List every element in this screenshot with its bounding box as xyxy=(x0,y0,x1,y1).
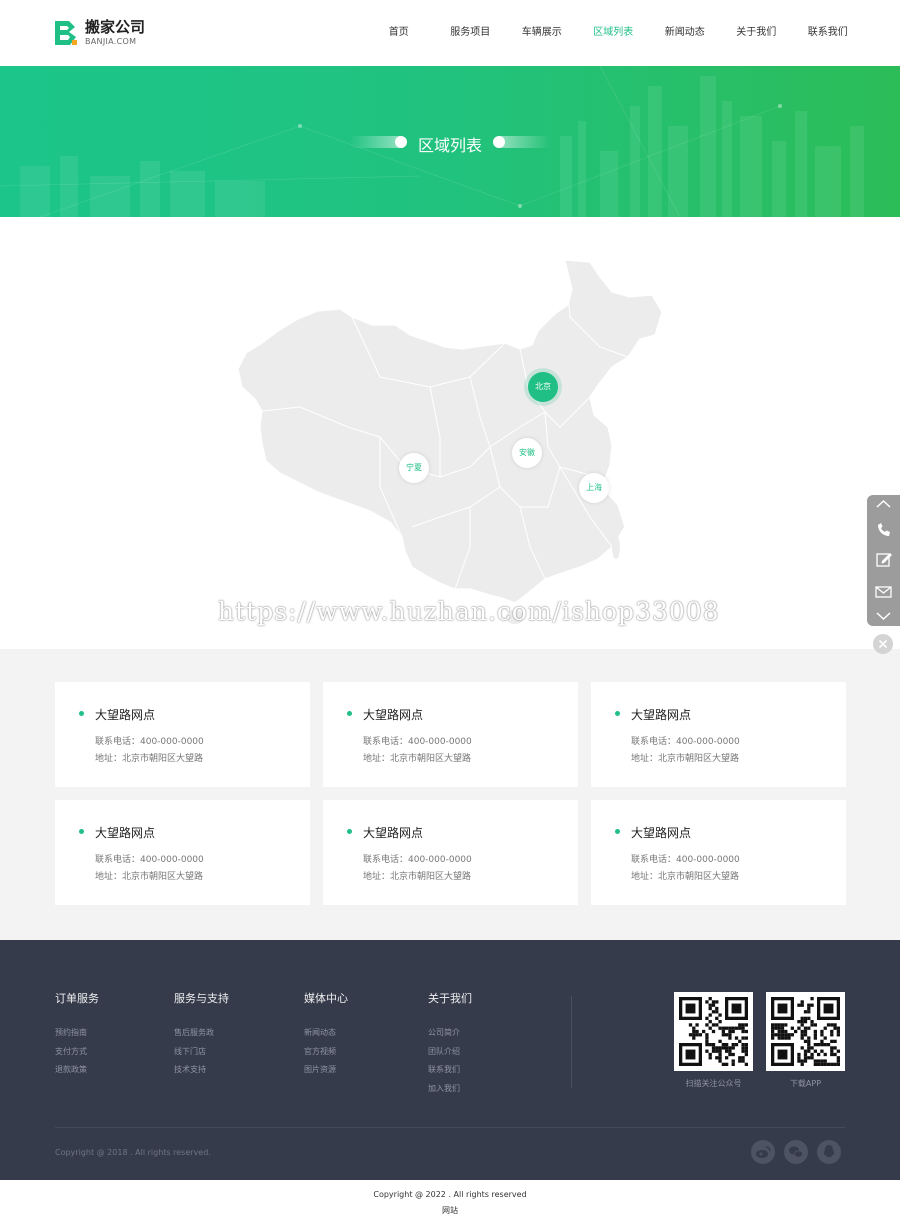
phone-icon[interactable] xyxy=(878,523,890,536)
footer-link[interactable]: 图片资源 xyxy=(304,1061,348,1080)
footer-col-about: 关于我们 公司简介 团队介绍 联系我们 加入我们 xyxy=(428,990,472,1098)
map-pin-ningxia[interactable]: 宁夏 xyxy=(399,453,429,483)
bullet-dot xyxy=(615,829,620,834)
region-map-section: 宁夏 北京 安徽 上海 xyxy=(0,217,900,649)
footer-link[interactable]: 公司简介 xyxy=(428,1024,472,1043)
footer-link[interactable]: 团队介绍 xyxy=(428,1043,472,1062)
bullet-dot xyxy=(615,711,620,716)
footer-link[interactable]: 技术支持 xyxy=(174,1061,229,1080)
branch-address: 地址：北京市朝阳区大望路 xyxy=(631,754,740,764)
footer-col-media: 媒体中心 新闻动态 官方视频 图片资源 xyxy=(304,990,348,1080)
branch-phone: 联系电话：400-000-0000 xyxy=(95,855,204,865)
footer-rule xyxy=(55,1127,845,1128)
branch-phone: 联系电话：400-000-0000 xyxy=(631,855,740,865)
mail-icon[interactable] xyxy=(875,586,892,598)
branch-card[interactable]: 大望路网点 联系电话：400-000-0000 地址：北京市朝阳区大望路 xyxy=(323,682,578,787)
bullet-dot xyxy=(79,711,84,716)
edit-icon[interactable] xyxy=(876,553,892,567)
map-pin-anhui[interactable]: 安徽 xyxy=(512,438,542,468)
qr-code-icon xyxy=(771,997,840,1066)
wechat-icon[interactable] xyxy=(784,1140,808,1164)
branch-phone: 联系电话：400-000-0000 xyxy=(363,855,472,865)
branch-address: 地址：北京市朝阳区大望路 xyxy=(95,872,204,882)
branch-name: 大望路网点 xyxy=(631,826,692,840)
qr-code-wechat xyxy=(674,992,753,1071)
main-nav: 首页 服务项目 车辆展示 区域列表 新闻动态 关于我们 联系我们 xyxy=(363,0,864,66)
chevron-down-icon[interactable] xyxy=(876,612,891,621)
footer-link[interactable]: 线下门店 xyxy=(174,1043,229,1062)
footer-divider xyxy=(571,996,572,1088)
footer-col-title: 关于我们 xyxy=(428,992,472,1005)
nav-regions[interactable]: 区域列表 xyxy=(578,0,650,66)
branch-name: 大望路网点 xyxy=(95,826,156,840)
branch-card[interactable]: 大望路网点 联系电话：400-000-0000 地址：北京市朝阳区大望路 xyxy=(323,800,578,905)
logo-icon xyxy=(55,21,77,45)
page-banner: 区域列表 xyxy=(0,66,900,217)
branch-address: 地址：北京市朝阳区大望路 xyxy=(363,754,472,764)
qr-code-app xyxy=(766,992,845,1071)
logo-title: 搬家公司 xyxy=(85,18,146,36)
map-pin-beijing[interactable]: 北京 xyxy=(528,372,558,402)
qq-icon[interactable] xyxy=(817,1140,841,1164)
nav-services[interactable]: 服务项目 xyxy=(435,0,507,66)
nav-about[interactable]: 关于我们 xyxy=(721,0,793,66)
branch-card[interactable]: 大望路网点 联系电话：400-000-0000 地址：北京市朝阳区大望路 xyxy=(591,682,846,787)
nav-home[interactable]: 首页 xyxy=(363,0,435,66)
nav-contact[interactable]: 联系我们 xyxy=(792,0,864,66)
footer-link[interactable]: 售后服务政 xyxy=(174,1024,229,1043)
qr-code-icon xyxy=(679,997,748,1066)
branch-card[interactable]: 大望路网点 联系电话：400-000-0000 地址：北京市朝阳区大望路 xyxy=(591,800,846,905)
bottom-label[interactable]: 网站 xyxy=(0,1199,900,1216)
branch-phone: 联系电话：400-000-0000 xyxy=(363,737,472,747)
qr-caption: 下载APP xyxy=(789,1079,822,1088)
bottom-bar: Copyright @ 2022 . All rights reserved 网… xyxy=(0,1180,900,1225)
branch-name: 大望路网点 xyxy=(631,708,692,722)
side-toolbar xyxy=(867,495,900,626)
footer-link[interactable]: 联系我们 xyxy=(428,1061,472,1080)
page-title: 区域列表 xyxy=(417,136,482,155)
footer-link[interactable]: 退款政策 xyxy=(55,1061,99,1080)
qr-caption: 扫描关注公众号 xyxy=(685,1079,742,1088)
china-map xyxy=(237,259,663,624)
bottom-copyright: Copyright @ 2022 . All rights reserved xyxy=(373,1190,527,1199)
logo-subtitle: BANJIA.COM xyxy=(85,37,137,46)
branch-name: 大望路网点 xyxy=(363,708,424,722)
branch-card[interactable]: 大望路网点 联系电话：400-000-0000 地址：北京市朝阳区大望路 xyxy=(55,682,310,787)
branch-card[interactable]: 大望路网点 联系电话：400-000-0000 地址：北京市朝阳区大望路 xyxy=(55,800,310,905)
branch-name: 大望路网点 xyxy=(95,708,156,722)
bullet-dot xyxy=(79,829,84,834)
map-pin-shanghai[interactable]: 上海 xyxy=(579,473,609,503)
footer-link[interactable]: 预约指南 xyxy=(55,1024,99,1043)
watermark: https://www.huzhan.com/ishop33008 xyxy=(218,597,720,626)
branch-address: 地址：北京市朝阳区大望路 xyxy=(363,872,472,882)
weibo-icon[interactable] xyxy=(751,1140,775,1164)
branch-phone: 联系电话：400-000-0000 xyxy=(95,737,204,747)
footer-col-support: 服务与支持 售后服务政 线下门店 技术支持 xyxy=(174,990,229,1080)
nav-vehicles[interactable]: 车辆展示 xyxy=(506,0,578,66)
branch-list: 大望路网点 联系电话：400-000-0000 地址：北京市朝阳区大望路 大望路… xyxy=(0,649,900,940)
footer-col-title: 服务与支持 xyxy=(174,992,229,1005)
branch-name: 大望路网点 xyxy=(363,826,424,840)
footer-link[interactable]: 新闻动态 xyxy=(304,1024,348,1043)
logo[interactable]: 搬家公司 BANJIA.COM xyxy=(55,20,145,46)
bullet-dot xyxy=(347,829,352,834)
site-header: 搬家公司 BANJIA.COM 首页 服务项目 车辆展示 区域列表 新闻动态 关… xyxy=(0,0,900,66)
footer-link[interactable]: 支付方式 xyxy=(55,1043,99,1062)
footer-col-title: 订单服务 xyxy=(55,992,99,1005)
close-icon[interactable] xyxy=(873,634,893,654)
footer-copyright: Copyright @ 2018 . All rights reserved. xyxy=(55,1148,211,1157)
nav-news[interactable]: 新闻动态 xyxy=(649,0,721,66)
footer-link[interactable]: 官方视频 xyxy=(304,1043,348,1062)
footer-col-orders: 订单服务 预约指南 支付方式 退款政策 xyxy=(55,990,99,1080)
footer-col-title: 媒体中心 xyxy=(304,992,348,1005)
bullet-dot xyxy=(347,711,352,716)
branch-address: 地址：北京市朝阳区大望路 xyxy=(631,872,740,882)
chevron-up-icon[interactable] xyxy=(876,499,891,508)
site-footer: 订单服务 预约指南 支付方式 退款政策 服务与支持 售后服务政 线下门店 技术支… xyxy=(0,940,900,1180)
branch-address: 地址：北京市朝阳区大望路 xyxy=(95,754,204,764)
footer-link[interactable]: 加入我们 xyxy=(428,1080,472,1099)
branch-phone: 联系电话：400-000-0000 xyxy=(631,737,740,747)
